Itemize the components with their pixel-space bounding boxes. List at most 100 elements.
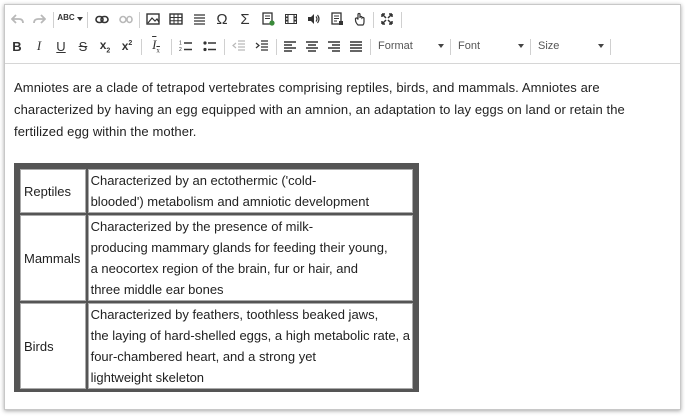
table-cell-line: lightweight skeleton	[90, 370, 205, 385]
unlink-icon	[119, 15, 133, 23]
svg-text:2: 2	[179, 47, 182, 52]
table-cell-description[interactable]: Characterized by an ectothermic ('cold- …	[87, 169, 413, 213]
redo-icon	[32, 13, 46, 24]
embed-icon	[330, 12, 343, 25]
table-cell-description[interactable]: Characterized by the presence of milk- p…	[87, 215, 413, 301]
italic-button[interactable]: I	[29, 33, 49, 59]
toolbar-separator	[373, 12, 374, 28]
size-dropdown[interactable]: Size	[534, 37, 608, 55]
toolbar-separator	[87, 12, 88, 28]
table-row: Reptiles Characterized by an ectothermic…	[20, 169, 413, 213]
undo-button[interactable]	[7, 6, 27, 32]
maximize-button[interactable]	[376, 6, 398, 32]
table-cell-line: a neocortex region of the brain, fur or …	[90, 261, 358, 276]
chevron-down-icon	[76, 17, 83, 21]
horizontal-line-button[interactable]	[188, 6, 210, 32]
font-dropdown-label: Font	[458, 40, 481, 52]
size-dropdown-label: Size	[538, 40, 560, 52]
intro-paragraph: Amniotes are a clade of tetrapod vertebr…	[14, 80, 625, 139]
table-cell-description[interactable]: Characterized by feathers, toothless bea…	[87, 303, 413, 389]
image-button[interactable]	[142, 6, 164, 32]
sigma-icon: Σ	[240, 10, 250, 28]
toolbar-separator	[401, 12, 402, 28]
amniotes-table-grid: Reptiles Characterized by an ectothermic…	[18, 167, 415, 391]
table-cell-line: Characterized by feathers, toothless bea…	[90, 307, 379, 322]
table-cell-name[interactable]: Birds	[20, 303, 86, 389]
underline-icon: U	[56, 38, 66, 54]
underline-button[interactable]: U	[51, 33, 71, 59]
speaker-icon	[308, 14, 320, 24]
chevron-down-icon	[598, 44, 604, 48]
table-cell-line: producing mammary glands for feeding the…	[90, 240, 388, 255]
toolbar-separator	[530, 39, 531, 55]
spellcheck-button[interactable]: ABC	[57, 6, 83, 32]
increase-indent-button[interactable]	[251, 33, 273, 59]
table-icon	[169, 13, 183, 25]
undo-icon	[10, 13, 24, 24]
table-button[interactable]	[165, 6, 187, 32]
subscript-icon: x2	[99, 37, 111, 55]
font-dropdown[interactable]: Font	[454, 37, 528, 55]
align-right-button[interactable]	[323, 33, 345, 59]
format-dropdown[interactable]: Format	[374, 37, 448, 55]
toolbar-separator	[171, 39, 172, 55]
table-cell-name[interactable]: Mammals	[20, 215, 86, 301]
embed-button[interactable]	[326, 6, 348, 32]
table-cell-line: Characterized by an ectothermic ('cold-	[90, 173, 317, 188]
outdent-icon	[232, 40, 245, 51]
chevron-down-icon	[438, 44, 444, 48]
numbered-list-button[interactable]: 12	[175, 33, 197, 59]
format-dropdown-label: Format	[378, 40, 413, 52]
insert-template-button[interactable]	[257, 6, 279, 32]
editor-frame: ABC Ω Σ B I U S x2 x2 Ix 1 2 Format Font…	[4, 4, 681, 410]
align-center-button[interactable]	[301, 33, 323, 59]
special-character-button[interactable]: Ω	[211, 6, 233, 32]
table-row: Birds Characterized by feathers, toothle…	[20, 303, 413, 389]
image-icon	[146, 13, 160, 25]
formula-button[interactable]: Σ	[234, 6, 256, 32]
numbered-list-icon: 12	[179, 41, 192, 52]
table-cell-line: three middle ear bones	[90, 282, 224, 297]
unlink-button[interactable]	[115, 6, 137, 32]
decrease-indent-button[interactable]	[228, 33, 250, 59]
film-icon	[285, 14, 297, 24]
toolbar-row-2: B I U S x2 x2 Ix 12 Format Font Size	[5, 33, 680, 59]
bulleted-list-icon	[203, 41, 216, 52]
audio-button[interactable]	[303, 6, 325, 32]
svg-text:1: 1	[179, 41, 182, 47]
omega-icon: Ω	[216, 10, 228, 28]
toolbar-separator	[139, 12, 140, 28]
bulleted-list-button[interactable]	[199, 33, 221, 59]
link-button[interactable]	[91, 6, 113, 32]
toolbar-separator	[53, 12, 54, 28]
table-cell-line: blooded') metabolism and amniotic develo…	[90, 194, 370, 209]
editor-content-area[interactable]: Amniotes are a clade of tetrapod vertebr…	[5, 64, 680, 409]
strikethrough-icon: S	[78, 38, 88, 54]
video-button[interactable]	[280, 6, 302, 32]
superscript-button[interactable]: x2	[117, 33, 137, 59]
horizontal-line-icon	[193, 14, 205, 25]
toolbar-separator	[141, 39, 142, 55]
strikethrough-button[interactable]: S	[73, 33, 93, 59]
hand-pointer-icon	[354, 12, 365, 26]
indent-icon	[255, 40, 268, 51]
table-cell-line: the laying of hard-shelled eggs, a high …	[90, 328, 410, 343]
subscript-button[interactable]: x2	[95, 33, 115, 59]
justify-icon	[350, 40, 362, 52]
toolbar-row-1: ABC Ω Σ	[5, 6, 680, 32]
link-icon	[95, 15, 109, 23]
toolbar-separator	[450, 39, 451, 55]
spellcheck-icon: ABC	[57, 12, 75, 22]
bold-button[interactable]: B	[7, 33, 27, 59]
table-row: Mammals Characterized by the presence of…	[20, 215, 413, 301]
align-left-button[interactable]	[279, 33, 301, 59]
remove-format-button[interactable]: Ix	[145, 33, 167, 59]
redo-button[interactable]	[29, 6, 49, 32]
table-cell-name[interactable]: Reptiles	[20, 169, 86, 213]
justify-button[interactable]	[345, 33, 367, 59]
align-right-icon	[328, 40, 340, 52]
remove-format-icon: Ix	[152, 37, 160, 55]
interactive-button[interactable]	[349, 6, 371, 32]
toolbar-separator	[224, 39, 225, 55]
table-cell-line: Characterized by the presence of milk-	[90, 219, 314, 234]
